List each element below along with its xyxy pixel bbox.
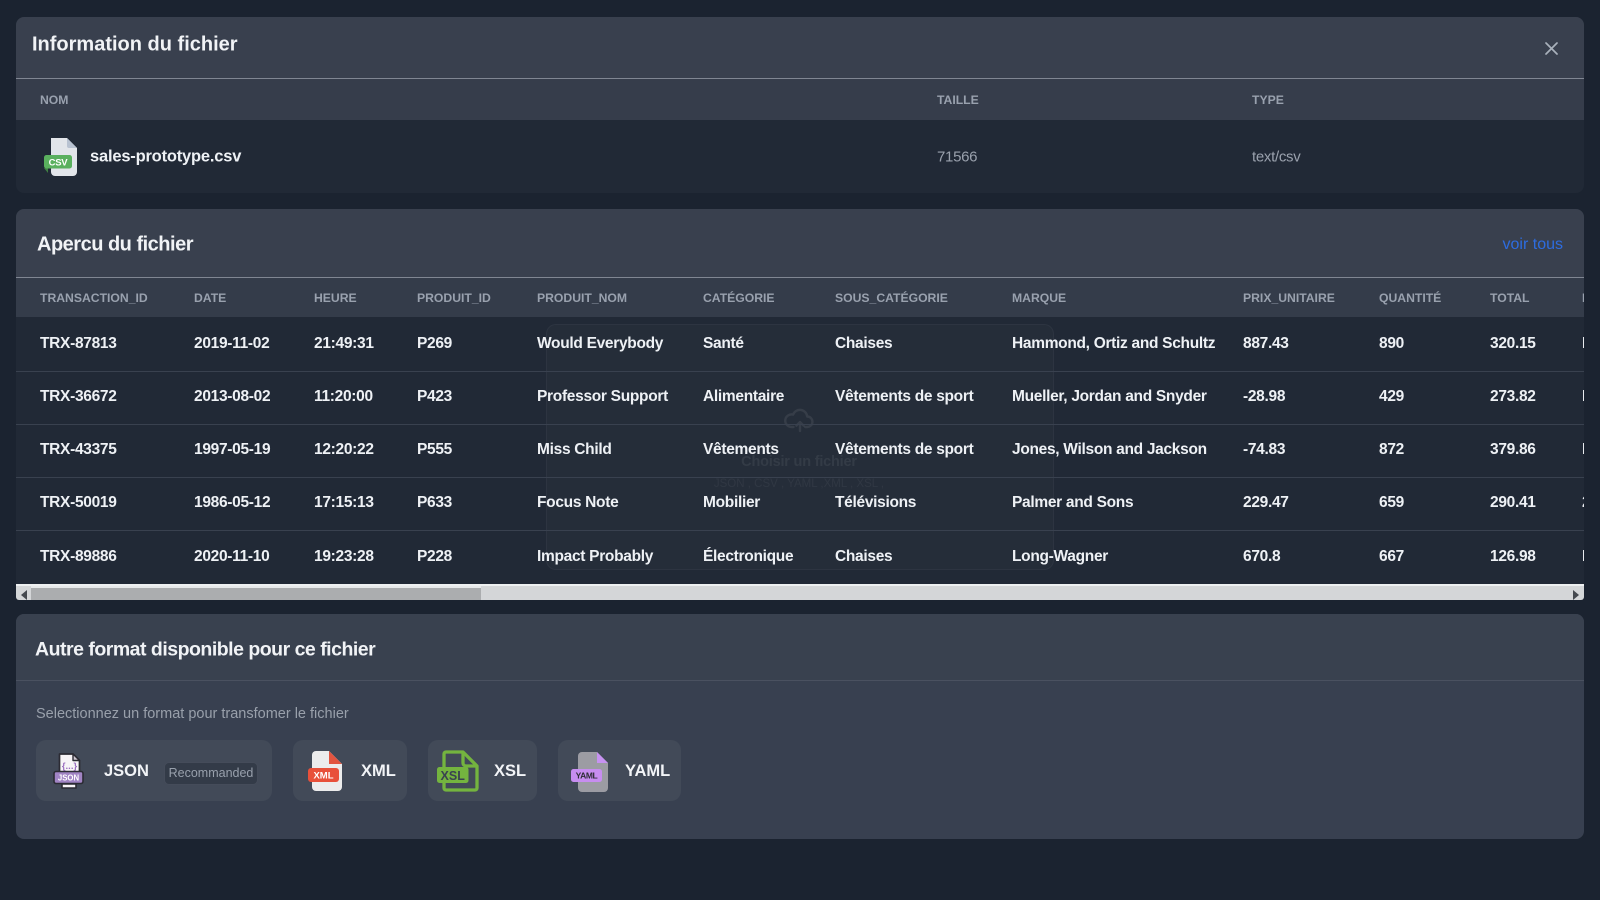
svg-text:{...}: {...} (62, 761, 78, 772)
svg-text:XSL: XSL (441, 769, 466, 783)
svg-text:XML: XML (313, 771, 333, 782)
svg-text:CSV: CSV (49, 157, 69, 168)
svg-text:JSON: JSON (58, 774, 80, 783)
svg-text:YAML: YAML (576, 771, 598, 781)
